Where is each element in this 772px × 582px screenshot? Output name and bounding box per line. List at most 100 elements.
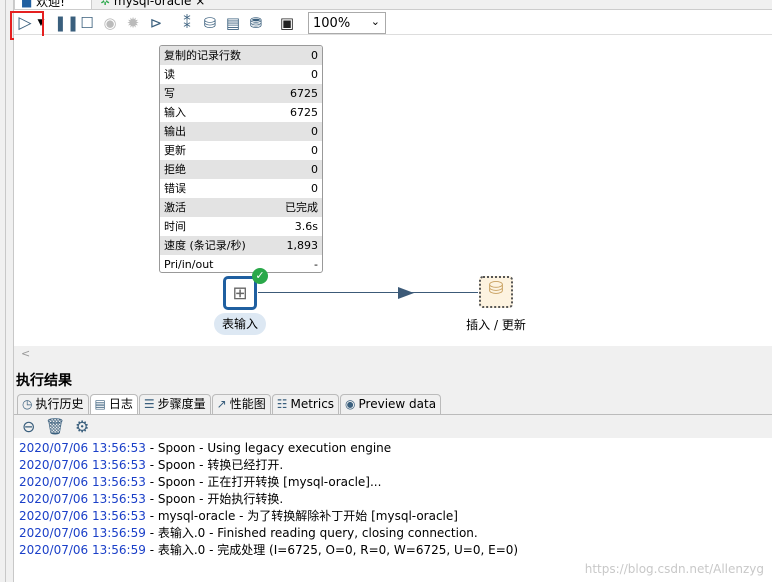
log-toolbar: ⊖ 🗑 ⚙ <box>14 414 772 438</box>
close-icon[interactable]: × <box>195 0 205 8</box>
tab-metrics[interactable]: ☷ Metrics <box>271 394 340 414</box>
stat-label: 输出 <box>164 125 186 138</box>
stat-label: 时间 <box>164 220 186 233</box>
impact-icon[interactable]: ⛁ <box>200 13 220 33</box>
stat-label: 读 <box>164 68 175 81</box>
chart-icon: ↗ <box>216 397 227 411</box>
scroll-left-icon[interactable]: < <box>21 347 30 360</box>
tab-welcome[interactable]: ■ 欢迎! <box>14 0 92 9</box>
tab-label: Preview data <box>358 397 437 411</box>
stat-value: 1,893 <box>286 239 319 252</box>
notepad-icon: ▤ <box>94 397 106 411</box>
tab-preview-data[interactable]: ◉ Preview data <box>340 394 442 414</box>
stat-label: 拒绝 <box>164 163 186 176</box>
stat-label: 写 <box>164 87 175 100</box>
tab-label: Metrics <box>290 397 335 411</box>
results-tabs: ◷ 执行历史 ▤ 日志 ☰ 步骤度量 ↗ 性能图 ☷ Metrics ◉ Preview d… <box>17 394 442 414</box>
stat-label: 激活 <box>164 201 186 214</box>
log-message: - Spoon - Using legacy execution engine <box>145 441 392 455</box>
eye-icon: ◉ <box>345 397 356 411</box>
clock-icon: ◷ <box>22 397 33 411</box>
transformation-canvas[interactable] <box>14 36 772 346</box>
panel-title: 执行结果 <box>16 373 72 389</box>
log-timestamp: 2020/07/06 13:56:53 <box>19 458 146 472</box>
stats-row: 输入 6725 <box>160 103 322 122</box>
stat-value: 0 <box>311 144 318 157</box>
stats-row: 复制的记录行数 0 <box>160 46 322 65</box>
stat-value: 3.6s <box>294 220 318 233</box>
tab-performance[interactable]: ↗ 性能图 <box>211 394 271 414</box>
sql-icon[interactable]: ▤ <box>223 13 243 33</box>
stat-value: 0 <box>311 163 318 176</box>
stats-row: 更新 0 <box>160 141 322 160</box>
log-line: 2020/07/06 13:56:53 - Spoon - 转换已经打开. <box>19 457 767 474</box>
horizontal-scrollbar[interactable]: < <box>14 346 772 362</box>
log-line: 2020/07/06 13:56:53 - Spoon - 开始执行转换. <box>19 491 767 508</box>
zoom-select[interactable]: 100% ⌄ <box>308 12 386 34</box>
step-stats-tooltip: 复制的记录行数 0 读 0 写 6725 输入 6725 输出 0 更新 0 拒绝 0 错误 0 激活 已完成 时间… <box>159 45 323 273</box>
stat-label: 复制的记录行数 <box>164 49 241 62</box>
success-check-icon: ✓ <box>252 268 268 284</box>
hop-arrow-icon <box>398 287 414 299</box>
step-table-input[interactable]: ⊞ <box>223 276 257 310</box>
log-line: 2020/07/06 13:56:53 - Spoon - 正在打开转换 [my… <box>19 474 767 491</box>
tab-label: 性能图 <box>229 397 266 411</box>
stats-row: 拒绝 0 <box>160 160 322 179</box>
watermark: https://blog.csdn.net/Allenzyg <box>584 562 764 576</box>
tab-label: 执行历史 <box>35 397 84 411</box>
gear-icon[interactable]: ⚙ <box>75 417 89 436</box>
log-message: - Spoon - 转换已经打开. <box>145 458 284 472</box>
stat-value: 6725 <box>290 87 318 100</box>
stat-value: 已完成 <box>285 201 318 214</box>
hop-line[interactable] <box>258 292 478 293</box>
welcome-icon: ■ <box>21 0 37 9</box>
grid-icon[interactable]: ▣ <box>277 13 297 33</box>
preview-icon[interactable]: ◉ <box>100 13 120 33</box>
verify-icon[interactable]: ⁑ <box>177 13 197 33</box>
chevron-down-icon: ⌄ <box>370 15 380 28</box>
tab-mysql-oracle[interactable]: ✲ mysql-oracle × <box>94 0 244 9</box>
log-timestamp: 2020/07/06 13:56:59 <box>19 526 146 540</box>
stat-value: 0 <box>311 125 318 138</box>
replay-icon[interactable]: ⊳ <box>146 13 166 33</box>
clear-icon[interactable]: ⊖ <box>22 417 35 436</box>
stats-row: Pri/in/out - <box>160 255 322 272</box>
stats-row: 错误 0 <box>160 179 322 198</box>
stat-label: 错误 <box>164 182 186 195</box>
log-timestamp: 2020/07/06 13:56:59 <box>19 543 146 557</box>
toolbar: ▷ ▼ ❚❚ ☐ ◉ ✹ ⊳ ⁑ ⛁ ▤ ⛃ ▣ <box>14 11 772 35</box>
stats-row: 写 6725 <box>160 84 322 103</box>
stats-row: 速度 (条记录/秒) 1,893 <box>160 236 322 255</box>
log-line: 2020/07/06 13:56:53 - mysql-oracle - 为了转… <box>19 508 767 525</box>
log-timestamp: 2020/07/06 13:56:53 <box>19 475 146 489</box>
log-message: - Spoon - 正在打开转换 [mysql-oracle]... <box>145 475 382 489</box>
explore-db-icon[interactable]: ⛃ <box>246 13 266 33</box>
log-line: 2020/07/06 13:56:59 - 表输入.0 - 完成处理 (I=67… <box>19 542 767 559</box>
stats-row: 时间 3.6s <box>160 217 322 236</box>
stat-value: 0 <box>311 68 318 81</box>
pause-icon[interactable]: ❚❚ <box>54 13 79 33</box>
execution-results-panel: 执行结果 ◷ 执行历史 ▤ 日志 ☰ 步骤度量 ↗ 性能图 ☷ Metrics ◉ Prev… <box>14 362 772 582</box>
stats-row: 读0 <box>160 65 322 84</box>
tab-label: 步骤度量 <box>157 397 206 411</box>
tab-history[interactable]: ◷ 执行历史 <box>17 394 89 414</box>
stop-icon[interactable]: ☐ <box>77 13 97 33</box>
debug-icon[interactable]: ✹ <box>123 13 143 33</box>
log-timestamp: 2020/07/06 13:56:53 <box>19 509 146 523</box>
log-message: - Spoon - 开始执行转换. <box>145 492 284 506</box>
editor-tabs: ■ 欢迎! ✲ mysql-oracle × <box>14 0 772 10</box>
log-timestamp: 2020/07/06 13:56:53 <box>19 441 146 455</box>
table-icon: ⊞ <box>232 283 248 304</box>
stat-value: - <box>314 258 318 271</box>
stat-label: 输入 <box>164 106 186 119</box>
step-insert-update[interactable]: ⛁ <box>479 276 513 308</box>
step-label: 表输入 <box>214 313 266 335</box>
tab-step-metrics[interactable]: ☰ 步骤度量 <box>138 394 211 414</box>
tab-log[interactable]: ▤ 日志 <box>89 394 138 414</box>
stat-value: 6725 <box>290 106 318 119</box>
log-message: - 表输入.0 - 完成处理 (I=6725, O=0, R=0, W=6725… <box>145 543 519 557</box>
left-panel-border <box>0 0 14 582</box>
log-output[interactable]: 2020/07/06 13:56:53 - Spoon - Using lega… <box>14 438 772 582</box>
stat-label: Pri/in/out <box>164 258 214 271</box>
trash-icon[interactable]: 🗑 <box>45 417 65 436</box>
